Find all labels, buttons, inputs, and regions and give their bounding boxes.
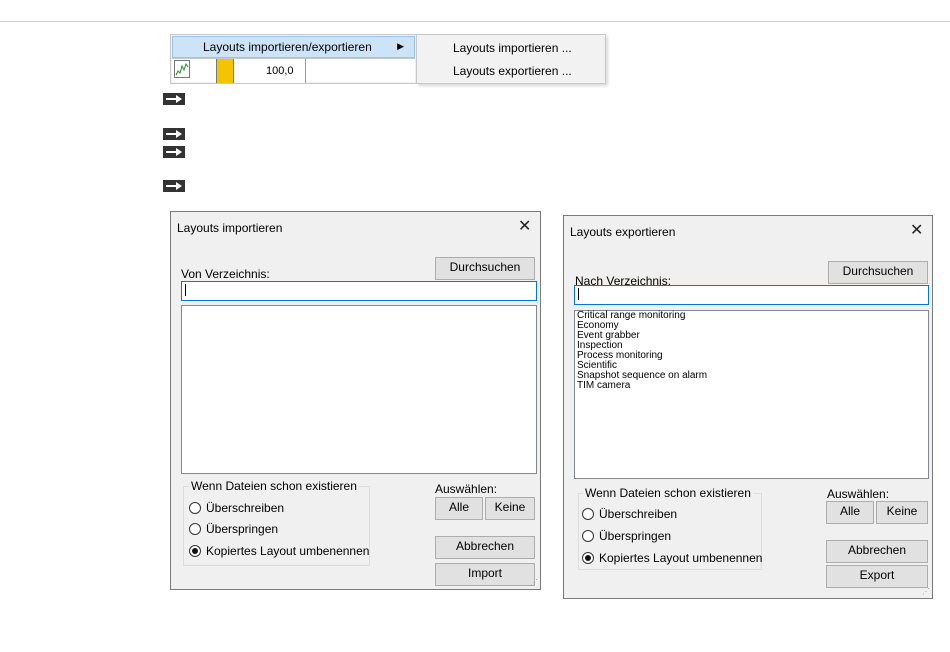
radio-overwrite[interactable]: Überschreiben bbox=[189, 500, 284, 515]
cancel-button[interactable]: Abbrechen bbox=[435, 536, 535, 559]
directory-input[interactable] bbox=[181, 281, 537, 301]
radio-button[interactable] bbox=[582, 529, 594, 542]
select-none-button[interactable]: Keine bbox=[485, 497, 535, 520]
select-all-button[interactable]: Alle bbox=[826, 501, 874, 524]
directory-label: Von Verzeichnis: bbox=[181, 267, 270, 281]
dialog-title: Layouts exportieren bbox=[570, 225, 676, 239]
radio-button[interactable] bbox=[582, 551, 594, 564]
radio-button[interactable] bbox=[582, 507, 594, 520]
layout-list[interactable] bbox=[181, 305, 537, 474]
submenu-item-import[interactable]: Layouts importieren ... bbox=[453, 41, 572, 55]
export-dialog: Layouts exportieren ✕ Nach Verzeichnis: … bbox=[563, 215, 933, 599]
layout-list[interactable]: Critical range monitoring Economy Event gr… bbox=[574, 310, 929, 479]
close-icon[interactable]: ✕ bbox=[910, 220, 923, 240]
resize-grip-icon[interactable]: ⋰ bbox=[530, 578, 538, 587]
chevron-right-icon: ▶ bbox=[397, 41, 404, 51]
resize-grip-icon[interactable]: ⋰ bbox=[922, 587, 930, 596]
group-title: Wenn Dateien schon existieren bbox=[189, 479, 359, 493]
radio-button[interactable] bbox=[189, 544, 201, 557]
value-cell: 100,0 bbox=[234, 59, 306, 83]
radio-overwrite[interactable]: Überschreiben bbox=[582, 506, 677, 521]
radio-label: Kopiertes Layout umbenennen bbox=[206, 543, 370, 558]
list-item[interactable]: Event grabber bbox=[575, 331, 928, 341]
radio-skip[interactable]: Überspringen bbox=[189, 521, 278, 536]
submenu-item-export[interactable]: Layouts exportieren ... bbox=[453, 64, 572, 78]
right-arrow-icon bbox=[163, 128, 185, 143]
radio-button[interactable] bbox=[189, 501, 201, 514]
color-cell bbox=[216, 59, 234, 83]
radio-label: Überspringen bbox=[206, 521, 279, 536]
browse-button[interactable]: Durchsuchen bbox=[828, 261, 928, 284]
browse-button[interactable]: Durchsuchen bbox=[435, 257, 535, 280]
dialog-title: Layouts importieren bbox=[177, 221, 283, 235]
menu-item-import-export[interactable]: Layouts importieren/exportieren ▶ bbox=[172, 36, 415, 58]
list-item[interactable]: Critical range monitoring bbox=[575, 311, 928, 321]
list-item[interactable]: TIM camera bbox=[575, 381, 928, 391]
radio-label: Überschreiben bbox=[599, 506, 678, 521]
select-label: Auswählen: bbox=[435, 482, 498, 496]
right-arrow-icon bbox=[163, 180, 185, 195]
radio-rename[interactable]: Kopiertes Layout umbenennen bbox=[189, 543, 369, 558]
menu-item-label: Layouts importieren/exportieren bbox=[203, 40, 372, 54]
right-arrow-icon bbox=[163, 146, 185, 161]
radio-button[interactable] bbox=[189, 522, 201, 535]
value-text: 100,0 bbox=[266, 65, 294, 77]
select-none-button[interactable]: Keine bbox=[876, 501, 928, 524]
submenu: Layouts importieren ... Layouts exportie… bbox=[416, 34, 606, 84]
group-title: Wenn Dateien schon existieren bbox=[583, 486, 753, 500]
select-label: Auswählen: bbox=[827, 487, 890, 501]
select-all-button[interactable]: Alle bbox=[435, 497, 483, 520]
directory-input[interactable] bbox=[574, 285, 929, 305]
import-dialog: Layouts importieren ✕ Von Verzeichnis: D… bbox=[170, 211, 541, 590]
list-item[interactable]: Process monitoring bbox=[575, 351, 928, 361]
graph-icon bbox=[174, 60, 190, 78]
top-divider bbox=[0, 21, 950, 22]
radio-rename[interactable]: Kopiertes Layout umbenennen bbox=[582, 550, 762, 565]
close-icon[interactable]: ✕ bbox=[518, 216, 531, 236]
right-arrow-icon bbox=[163, 93, 185, 108]
import-button[interactable]: Import bbox=[435, 563, 535, 586]
export-button[interactable]: Export bbox=[826, 565, 928, 588]
radio-skip[interactable]: Überspringen bbox=[582, 528, 671, 543]
radio-label: Überschreiben bbox=[206, 500, 285, 515]
radio-label: Überspringen bbox=[599, 528, 672, 543]
radio-label: Kopiertes Layout umbenennen bbox=[599, 550, 763, 565]
cancel-button[interactable]: Abbrechen bbox=[826, 540, 928, 563]
